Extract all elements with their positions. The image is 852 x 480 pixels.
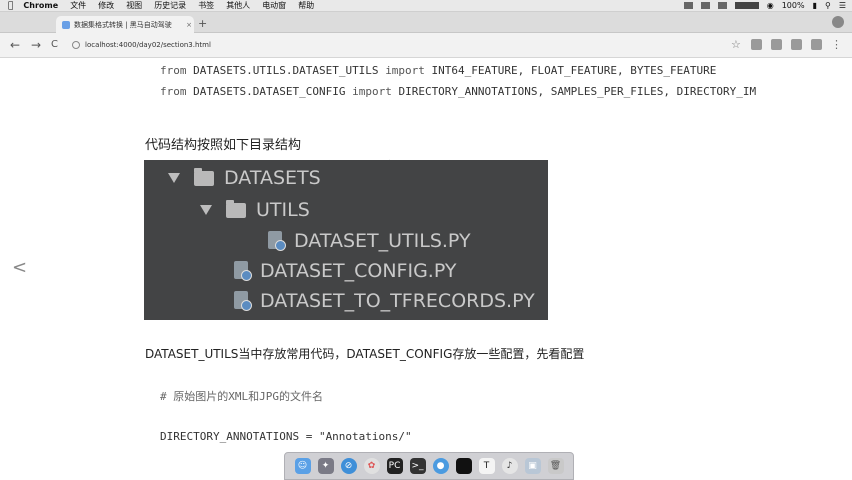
menu-list-icon[interactable]: ☰	[839, 1, 846, 10]
apple-menu-icon[interactable]: 	[8, 1, 13, 11]
battery-percent: 100%	[781, 1, 805, 10]
tab-close-icon[interactable]: ×	[184, 21, 194, 29]
bookmark-star-icon[interactable]: ☆	[731, 39, 742, 50]
code-keyword: from	[160, 85, 187, 98]
browser-tab-bar: 数据集格式转换 | 黑马自动驾驶 × +	[0, 12, 852, 33]
tree-label: DATASETS	[224, 167, 321, 189]
expand-triangle-icon	[200, 205, 212, 215]
menu-file[interactable]: 文件	[70, 0, 86, 11]
status-block-icon[interactable]	[734, 2, 759, 9]
tree-row-datasets: DATASETS	[168, 167, 321, 189]
extension-icon[interactable]	[791, 39, 802, 50]
code-line-directory-annotations: DIRECTORY_ANNOTATIONS = "Annotations/"	[160, 430, 412, 443]
menu-more-icon[interactable]: ⋮	[831, 39, 842, 50]
folder-icon	[194, 167, 214, 186]
tree-label: UTILS	[256, 199, 310, 221]
launchpad-icon[interactable]: ✦	[317, 458, 334, 474]
python-file-icon	[268, 231, 286, 251]
back-button[interactable]: ←	[10, 38, 20, 52]
extension-icon[interactable]	[751, 39, 762, 50]
directory-tree-image: DATASETS UTILS DATASET_UTILS.PY DATASET_…	[144, 160, 548, 320]
toolbar-extensions: ☆ ⋮	[722, 39, 842, 50]
code-keyword: import	[385, 64, 425, 77]
reload-button[interactable]: C	[51, 39, 58, 50]
page-content: from DATASETS.UTILS.DATASET_UTILS import…	[0, 58, 852, 451]
status-icon[interactable]	[700, 2, 710, 9]
status-icon[interactable]	[717, 2, 727, 9]
spotlight-icon[interactable]: ⚲	[825, 1, 831, 10]
finder-icon[interactable]: ☺	[294, 458, 311, 474]
previous-page-arrow[interactable]: <	[12, 257, 27, 278]
photos-icon[interactable]: ✿	[363, 458, 380, 474]
new-tab-icon[interactable]: +	[198, 17, 207, 30]
python-file-icon	[234, 291, 252, 311]
music-icon[interactable]: ♪	[501, 458, 518, 474]
python-file-icon	[234, 261, 252, 281]
code-keyword: import	[352, 85, 392, 98]
battery-icon[interactable]: ▮	[813, 1, 817, 10]
folder-icon	[226, 199, 246, 218]
menu-extras: ◉ 100% ▮ ⚲ ☰	[676, 1, 846, 10]
code-text: DATASETS.UTILS.DATASET_UTILS	[186, 64, 386, 77]
menu-people[interactable]: 其他人	[226, 0, 250, 11]
menu-history[interactable]: 历史记录	[154, 0, 186, 11]
menu-app-chrome[interactable]: Chrome	[23, 1, 58, 10]
browser-toolbar: ← → C localhost:4000/day02/section3.html…	[0, 33, 852, 58]
url-text: localhost:4000/day02/section3.html	[85, 41, 211, 49]
tab-title: 数据集格式转换 | 黑马自动驾驶	[74, 20, 172, 29]
address-bar[interactable]: localhost:4000/day02/section3.html	[72, 38, 720, 52]
typora-icon[interactable]: T	[478, 458, 495, 474]
extension-icon[interactable]	[811, 39, 822, 50]
preview-icon[interactable]: ▣	[524, 458, 541, 474]
section-heading: 代码结构按照如下目录结构	[145, 138, 302, 153]
terminal-icon[interactable]: >_	[409, 458, 426, 474]
code-text: DATASETS.DATASET_CONFIG	[186, 85, 353, 98]
tree-row-dataset-utils: DATASET_UTILS.PY	[268, 230, 471, 252]
macos-dock: ☺ ✦ ⊘ ✿ PC >_ ● T ♪ ▣ 🗑	[284, 452, 574, 480]
menu-window[interactable]: 电动窗	[262, 0, 286, 11]
tree-label: DATASET_UTILS.PY	[294, 230, 471, 252]
code-line-import-utils: from DATASETS.UTILS.DATASET_UTILS import…	[160, 64, 716, 77]
expand-triangle-icon	[168, 173, 180, 183]
code-comment: # 原始图片的XML和JPG的文件名	[160, 390, 323, 403]
menu-edit[interactable]: 修改	[98, 0, 114, 11]
tree-row-dataset-to-tfrecords: DATASET_TO_TFRECORDS.PY	[234, 290, 535, 312]
menu-help[interactable]: 帮助	[298, 0, 314, 11]
wifi-icon[interactable]: ◉	[767, 1, 774, 10]
code-line-import-config: from DATASETS.DATASET_CONFIG import DIRE…	[160, 85, 756, 98]
status-icon[interactable]	[683, 2, 693, 9]
profile-avatar[interactable]	[832, 16, 844, 28]
site-info-icon[interactable]	[72, 41, 80, 49]
menu-bookmarks[interactable]: 书签	[198, 0, 214, 11]
menu-view[interactable]: 视图	[126, 0, 142, 11]
macos-menu-bar:  Chrome 文件 修改 视图 历史记录 书签 其他人 电动窗 帮助 ◉ 1…	[0, 0, 852, 12]
code-text: DIRECTORY_ANNOTATIONS, SAMPLES_PER_FILES…	[391, 85, 757, 98]
pycharm-icon[interactable]: PC	[386, 458, 403, 474]
forward-button[interactable]: →	[31, 38, 41, 52]
extension-icon[interactable]	[771, 39, 782, 50]
browser-tab-active[interactable]: 数据集格式转换 | 黑马自动驾驶 ×	[56, 16, 194, 33]
tree-label: DATASET_CONFIG.PY	[260, 260, 457, 282]
safari-icon[interactable]: ⊘	[340, 458, 357, 474]
description-paragraph: DATASET_UTILS当中存放常用代码，DATASET_CONFIG存放一些…	[145, 347, 585, 361]
code-text: INT64_FEATURE, FLOAT_FEATURE, BYTES_FEAT…	[424, 64, 717, 77]
trash-icon[interactable]: 🗑	[547, 458, 564, 474]
tree-row-dataset-config: DATASET_CONFIG.PY	[234, 260, 457, 282]
code-keyword: from	[160, 64, 187, 77]
favicon-icon	[62, 20, 70, 29]
tree-label: DATASET_TO_TFRECORDS.PY	[260, 290, 535, 312]
tree-row-utils: UTILS	[200, 199, 310, 221]
app-icon[interactable]	[455, 458, 472, 474]
chrome-icon[interactable]: ●	[432, 458, 449, 474]
